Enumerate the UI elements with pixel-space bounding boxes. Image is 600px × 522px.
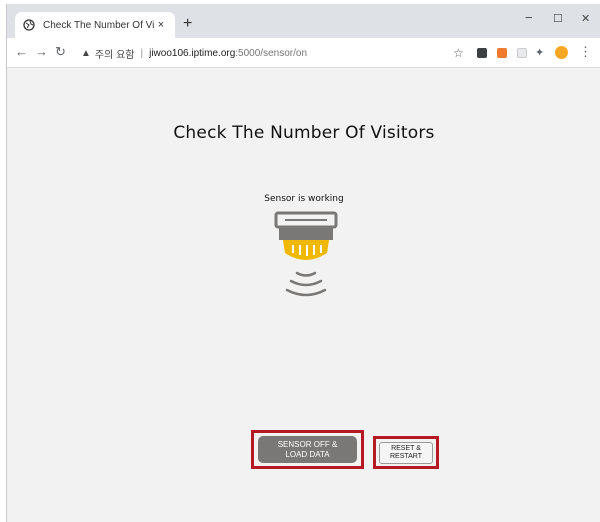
globe-icon bbox=[23, 19, 35, 31]
tab-title: Check The Number Of Visitors bbox=[43, 19, 155, 31]
browser-tab[interactable]: Check The Number Of Visitors × bbox=[15, 12, 175, 38]
page-content: Check The Number Of Visitors Sensor is w… bbox=[7, 69, 600, 522]
sensor-off-label: SENSOR OFF & LOAD DATA bbox=[277, 439, 338, 459]
avatar[interactable] bbox=[555, 46, 568, 59]
page-title: Check The Number Of Visitors bbox=[173, 123, 435, 143]
extension-icon[interactable] bbox=[497, 48, 507, 58]
url-path: :5000/sensor/on bbox=[235, 47, 307, 59]
reset-label: RESET & RESTART bbox=[389, 445, 423, 460]
tab-bar: Check The Number Of Visitors × + − ☐ ✕ bbox=[7, 4, 600, 38]
tab-close-icon[interactable]: × bbox=[155, 19, 167, 31]
minimize-button[interactable]: − bbox=[525, 10, 533, 25]
reload-icon[interactable]: ↻ bbox=[55, 45, 66, 59]
sensor-status-text: Sensor is working bbox=[264, 194, 344, 204]
extension-icon[interactable] bbox=[517, 48, 527, 58]
smoke-sensor-icon bbox=[274, 211, 338, 297]
new-tab-button[interactable]: + bbox=[183, 16, 192, 32]
menu-dots-icon[interactable]: ⋮ bbox=[579, 45, 592, 59]
security-warning-label: 주의 요함 bbox=[94, 49, 135, 61]
sensor-off-button[interactable]: SENSOR OFF & LOAD DATA bbox=[258, 436, 357, 463]
puzzle-icon[interactable]: ✦ bbox=[535, 46, 544, 60]
address-separator: | bbox=[140, 47, 144, 59]
back-icon[interactable]: ← bbox=[15, 45, 28, 59]
browser-window: Check The Number Of Visitors × + − ☐ ✕ ←… bbox=[6, 4, 600, 522]
browser-toolbar: ← → ↻ ▲ 주의 요함 | jiwoo106.iptime.org:5000… bbox=[7, 38, 600, 68]
maximize-button[interactable]: ☐ bbox=[553, 12, 563, 25]
extension-icon[interactable] bbox=[477, 48, 487, 58]
forward-icon[interactable]: → bbox=[35, 45, 48, 59]
address-bar[interactable]: ▲ 주의 요함 | jiwoo106.iptime.org:5000/senso… bbox=[81, 42, 475, 64]
close-window-button[interactable]: ✕ bbox=[581, 12, 590, 25]
warning-icon: ▲ bbox=[81, 47, 91, 59]
bookmark-star-icon[interactable]: ☆ bbox=[453, 46, 464, 60]
url-host: jiwoo106.iptime.org bbox=[149, 47, 236, 59]
reset-button[interactable]: RESET & RESTART bbox=[379, 442, 433, 464]
